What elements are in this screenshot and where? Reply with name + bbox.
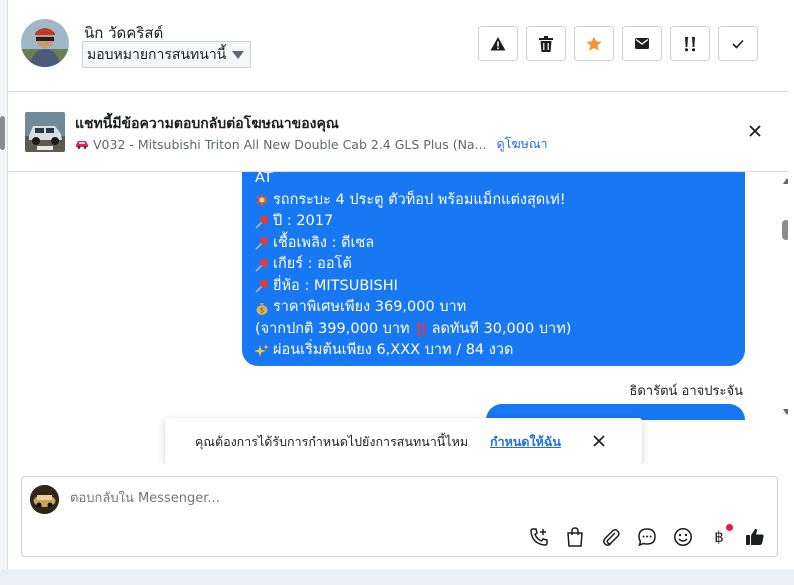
message-line: ปี : 2017 [255, 211, 733, 233]
sender-name: ธิดารัตน์ อาจประจัน [629, 384, 743, 399]
message-line: เชื้อเพลิง : ดีเซล [255, 233, 733, 255]
message-line: เกียร์ : ออโต้ [255, 254, 733, 276]
pushpin-icon [255, 280, 268, 293]
follow-up-button[interactable] [670, 26, 710, 61]
close-icon[interactable] [592, 434, 606, 448]
car-icon [76, 141, 88, 149]
scroll-up-arrow-icon[interactable] [783, 178, 788, 184]
double-exclamation-icon [416, 323, 425, 336]
emoji-button[interactable] [671, 525, 695, 549]
ad-reply-banner: แชทนี้มีข้อความตอบกลับต่อโฆษณาของคุณ V03… [8, 92, 788, 172]
reply-composer: ฿ [21, 476, 778, 557]
star-icon [586, 36, 602, 51]
caret-down-icon [232, 50, 245, 59]
pushpin-icon [255, 215, 268, 229]
call-add-button[interactable] [527, 525, 551, 549]
payment-button[interactable]: ฿ [707, 524, 733, 549]
notification-dot [726, 524, 733, 531]
message-thread[interactable]: AT รถกระบะ 4 ประตู ตัวท็อป พร้อมแม็กแต่ง… [8, 172, 788, 420]
ad-name: V032 - Mitsubishi Triton All New Double … [93, 136, 487, 152]
smiley-icon [674, 528, 692, 546]
ad-banner-subtitle: V032 - Mitsubishi Triton All New Double … [75, 134, 547, 154]
check-icon [732, 39, 744, 49]
message-line: $ ราคาพิเศษเพียง 369,000 บาท [255, 297, 733, 319]
warning-icon [490, 36, 506, 50]
scroll-down-arrow-icon[interactable] [783, 409, 788, 415]
close-icon[interactable] [746, 122, 764, 140]
chat-bubble-icon [638, 528, 656, 547]
money-bag-icon: $ [256, 302, 268, 315]
thumbs-up-icon [746, 528, 764, 545]
saved-replies-button[interactable] [635, 525, 659, 549]
pushpin-icon [255, 258, 268, 272]
delete-button[interactable] [526, 26, 566, 61]
ad-thumbnail[interactable] [25, 112, 65, 152]
shopping-bag-icon [567, 527, 583, 547]
message-line: ผ่อนเริ่มต้นเพียง 6,XXX บาท / 84 งวด [255, 340, 733, 362]
paperclip-icon [603, 529, 620, 546]
exclamation-icon [684, 36, 696, 51]
assign-to-me-link[interactable]: กำหนดให้ฉัน [490, 432, 561, 452]
reply-input[interactable] [70, 491, 670, 506]
assign-label: มอบหมายการสนทนานี้ [87, 46, 227, 63]
page-avatar [30, 485, 59, 514]
call-add-icon [530, 528, 548, 546]
conversation-header: นิก วัดคริสต์ มอบหมายการสนทนานี้ [8, 0, 788, 92]
message-bubble: AT รถกระบะ 4 ประตู ตัวท็อป พร้อมแม็กแต่ง… [242, 172, 745, 366]
bottom-strip [0, 569, 794, 585]
assign-prompt-toast: คุณต้องการได้รับการกำหนดไปยังการสนทนานี้… [165, 418, 642, 464]
pushpin-icon [255, 237, 268, 250]
star-button[interactable] [574, 26, 614, 61]
ad-banner-title: แชทนี้มีข้อความตอบกลับต่อโฆษณาของคุณ [75, 116, 339, 132]
shop-button[interactable] [563, 525, 587, 549]
assign-dropdown[interactable]: มอบหมายการสนทนานี้ [82, 41, 252, 68]
collision-icon [255, 193, 269, 208]
composer-toolbar: ฿ [527, 524, 767, 549]
report-button[interactable] [478, 26, 518, 61]
envelope-icon [635, 38, 649, 49]
trash-icon [539, 35, 553, 52]
header-actions [478, 26, 758, 61]
sparkles-icon [255, 344, 269, 357]
left-scroll-thumb[interactable] [0, 116, 5, 150]
thread-scrollbar[interactable] [779, 172, 788, 420]
done-button[interactable] [718, 26, 758, 61]
contact-avatar[interactable] [21, 19, 69, 67]
scroll-thumb[interactable] [782, 220, 788, 240]
mark-unread-button[interactable] [622, 26, 662, 61]
attach-button[interactable] [599, 525, 623, 549]
left-scroll-rail[interactable] [0, 0, 8, 585]
view-ad-link[interactable]: ดูโฆษณา [497, 134, 548, 154]
message-line: (จากปกติ 399,000 บาท ลดทันที 30,000 บาท) [255, 320, 572, 337]
message-line: ยี่ห้อ : MITSUBISHI [255, 276, 733, 298]
baht-icon: ฿ [714, 528, 724, 546]
message-line: รถกระบะ 4 ประตู ตัวท็อป พร้อมแม็กแต่งสุด… [255, 190, 733, 212]
svg-text:$: $ [260, 306, 264, 314]
message-line: AT [255, 172, 273, 186]
like-button[interactable] [743, 525, 767, 549]
assign-prompt-text: คุณต้องการได้รับการกำหนดไปยังการสนทนานี้… [195, 434, 469, 449]
